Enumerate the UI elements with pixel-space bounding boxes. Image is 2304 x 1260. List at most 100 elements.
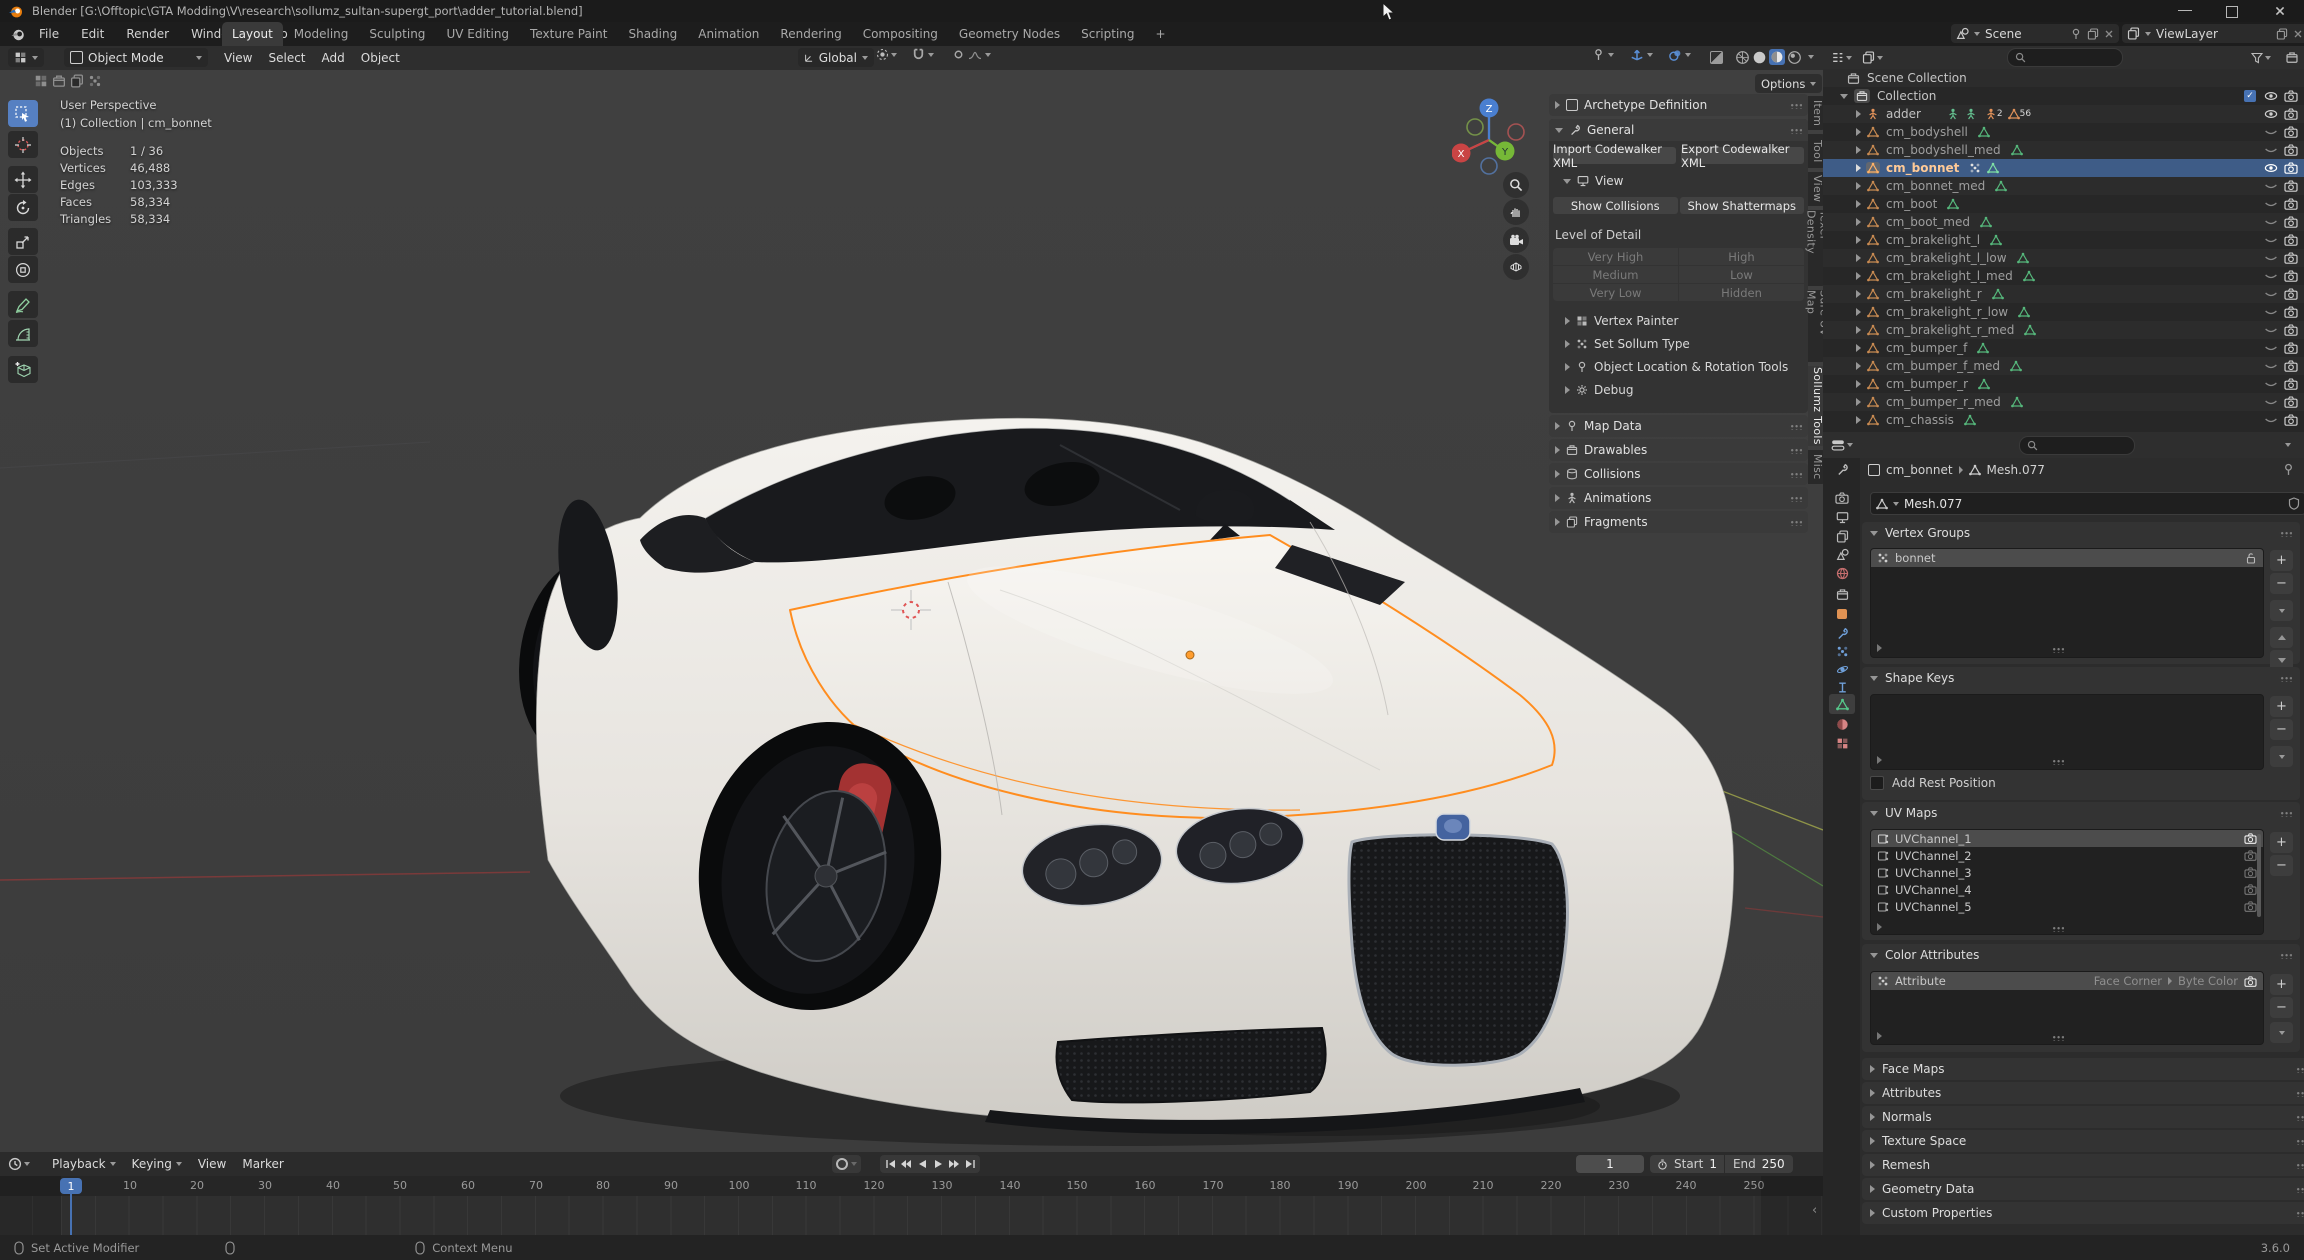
list-filter-icon[interactable] [1877, 756, 1882, 764]
lod-hidden-button[interactable]: Hidden [1679, 284, 1804, 301]
camera-off-icon[interactable] [2244, 901, 2257, 912]
pin-id-icon[interactable] [2282, 463, 2295, 476]
vg-move-up-button[interactable] [2270, 627, 2293, 648]
show-overlays-dropdown[interactable] [1668, 48, 1691, 62]
show-gizmo-dropdown[interactable] [1592, 48, 1614, 61]
ptab-physics[interactable] [1829, 659, 1855, 679]
new-scene-icon[interactable] [2087, 28, 2099, 40]
camera-icon[interactable] [2284, 378, 2298, 390]
outliner-row[interactable]: cm_boot [1823, 195, 2304, 213]
vg-add-button[interactable]: + [2270, 550, 2293, 571]
eye-closed-icon[interactable] [2264, 342, 2278, 354]
outliner-row-active[interactable]: cm_bonnet [1823, 159, 2304, 177]
eye-closed-icon[interactable] [2264, 306, 2278, 318]
camera-icon[interactable] [2284, 396, 2298, 408]
menu-view[interactable]: View [190, 1157, 234, 1171]
corner-toggle-icon[interactable] [70, 74, 84, 88]
list-resize-grip[interactable] [2051, 925, 2064, 932]
outliner-row[interactable]: cm_brakelight_r [1823, 285, 2304, 303]
panel-geometry-data[interactable]: Geometry Data [1862, 1178, 2304, 1200]
pan-view-button[interactable] [1503, 199, 1529, 225]
vg-remove-button[interactable]: − [2270, 573, 2293, 594]
vg-specials-button[interactable] [2270, 600, 2293, 621]
panel-archetype-definition[interactable]: Archetype Definition [1549, 94, 1808, 116]
panel-general-header[interactable]: General [1549, 119, 1808, 141]
transform-orientation-dropdown[interactable]: Global [798, 48, 874, 67]
menu-file[interactable]: File [28, 22, 70, 46]
camera-icon[interactable] [2284, 306, 2298, 318]
corner-toggle-icon[interactable] [88, 74, 102, 88]
ptab-modifiers[interactable] [1829, 623, 1855, 643]
menu-add[interactable]: Add [314, 51, 353, 65]
menu-playback[interactable]: Playback [44, 1157, 124, 1171]
ca-specials-button[interactable] [2270, 1022, 2293, 1043]
shading-wireframe-button[interactable] [1735, 50, 1750, 65]
ptab-world[interactable] [1829, 563, 1855, 583]
zoom-view-button[interactable] [1503, 172, 1529, 198]
ptab-scene[interactable] [1829, 544, 1855, 564]
outliner-search-input[interactable] [2007, 48, 2123, 67]
add-rest-position-row[interactable]: Add Rest Position [1870, 776, 1996, 790]
eye-closed-icon[interactable] [2264, 144, 2278, 156]
ptab-collection[interactable] [1829, 584, 1855, 604]
menu-object[interactable]: Object [353, 51, 408, 65]
camera-icon[interactable] [2284, 180, 2298, 192]
color-attributes-list[interactable]: Attribute Face Corner Byte Color [1870, 971, 2264, 1045]
camera-icon[interactable] [2284, 288, 2298, 300]
proportional-edit-toggle[interactable] [952, 48, 991, 61]
color-attribute-row[interactable]: Attribute Face Corner Byte Color [1871, 972, 2263, 990]
vertex-groups-list[interactable]: bonnet [1870, 548, 2264, 658]
outliner-filter-dropdown[interactable] [2251, 52, 2271, 64]
tool-transform[interactable] [8, 256, 38, 283]
subpanel-debug[interactable]: Debug [1565, 383, 1808, 397]
auto-keying-toggle[interactable] [832, 1155, 861, 1173]
camera-icon[interactable] [2284, 126, 2298, 138]
shading-material-button[interactable] [1769, 49, 1785, 65]
subpanel-vertex-painter[interactable]: Vertex Painter [1565, 314, 1808, 328]
outliner-row[interactable]: cm_brakelight_r_low [1823, 303, 2304, 321]
outliner-display-mode-dropdown[interactable] [1862, 51, 1883, 64]
navigation-gizmo[interactable]: Z X Y [1452, 95, 1536, 179]
menu-keying[interactable]: Keying [124, 1157, 190, 1171]
panel-attributes[interactable]: Attributes [1862, 1082, 2304, 1104]
camera-icon[interactable] [2284, 108, 2298, 120]
menu-view[interactable]: View [216, 51, 260, 65]
outliner-row-armature[interactable]: adder 2 56 [1823, 105, 2304, 123]
jump-to-start-button[interactable] [882, 1156, 898, 1172]
camera-icon[interactable] [2284, 252, 2298, 264]
new-collection-icon[interactable] [2285, 51, 2299, 64]
ptab-output[interactable] [1829, 507, 1855, 527]
timeline-tracks[interactable] [0, 1196, 1823, 1235]
tab-uv-editing[interactable]: UV Editing [436, 22, 519, 46]
panel-animations[interactable]: Animations [1549, 487, 1808, 509]
camera-icon[interactable] [2284, 414, 2298, 426]
pivot-point-dropdown[interactable] [876, 48, 897, 61]
playhead-line[interactable] [70, 1192, 72, 1235]
eye-closed-icon[interactable] [2264, 288, 2278, 300]
breadcrumb-data[interactable]: Mesh.077 [1987, 463, 2045, 477]
uv-remove-button[interactable]: − [2270, 855, 2293, 876]
remove-viewlayer-icon[interactable] [2293, 29, 2303, 39]
camera-off-icon[interactable] [2244, 850, 2257, 861]
timeline-ruler[interactable]: 1020 3040 5060 7080 90100 110120 130140 … [0, 1176, 1823, 1196]
play-button[interactable] [930, 1156, 946, 1172]
scene-selector[interactable]: Scene [1951, 24, 2119, 43]
list-filter-icon[interactable] [1877, 1032, 1882, 1040]
drag-grip-icon[interactable] [1789, 102, 1802, 109]
show-collisions-button[interactable]: Show Collisions [1553, 197, 1678, 214]
tab-compositing[interactable]: Compositing [853, 22, 948, 46]
outliner-editor-dropdown[interactable] [1831, 51, 1852, 64]
camera-off-icon[interactable] [2244, 884, 2257, 895]
prev-keyframe-button[interactable] [898, 1156, 914, 1172]
corner-toggle-icon[interactable] [34, 74, 48, 88]
sk-add-button[interactable]: + [2270, 696, 2293, 717]
subpanel-set-sollum-type[interactable]: Set Sollum Type [1565, 337, 1808, 351]
playhead-frame-badge[interactable]: 1 [60, 1178, 82, 1194]
viewport-options-dropdown[interactable]: Options [1755, 74, 1822, 93]
tab-shading[interactable]: Shading [618, 22, 687, 46]
lod-low-button[interactable]: Low [1679, 266, 1804, 283]
tab-scripting[interactable]: Scripting [1071, 22, 1144, 46]
uv-map-row-active[interactable]: UVChannel_1 [1871, 830, 2263, 847]
vertex-group-row[interactable]: bonnet [1871, 549, 2263, 567]
menu-select[interactable]: Select [260, 51, 313, 65]
